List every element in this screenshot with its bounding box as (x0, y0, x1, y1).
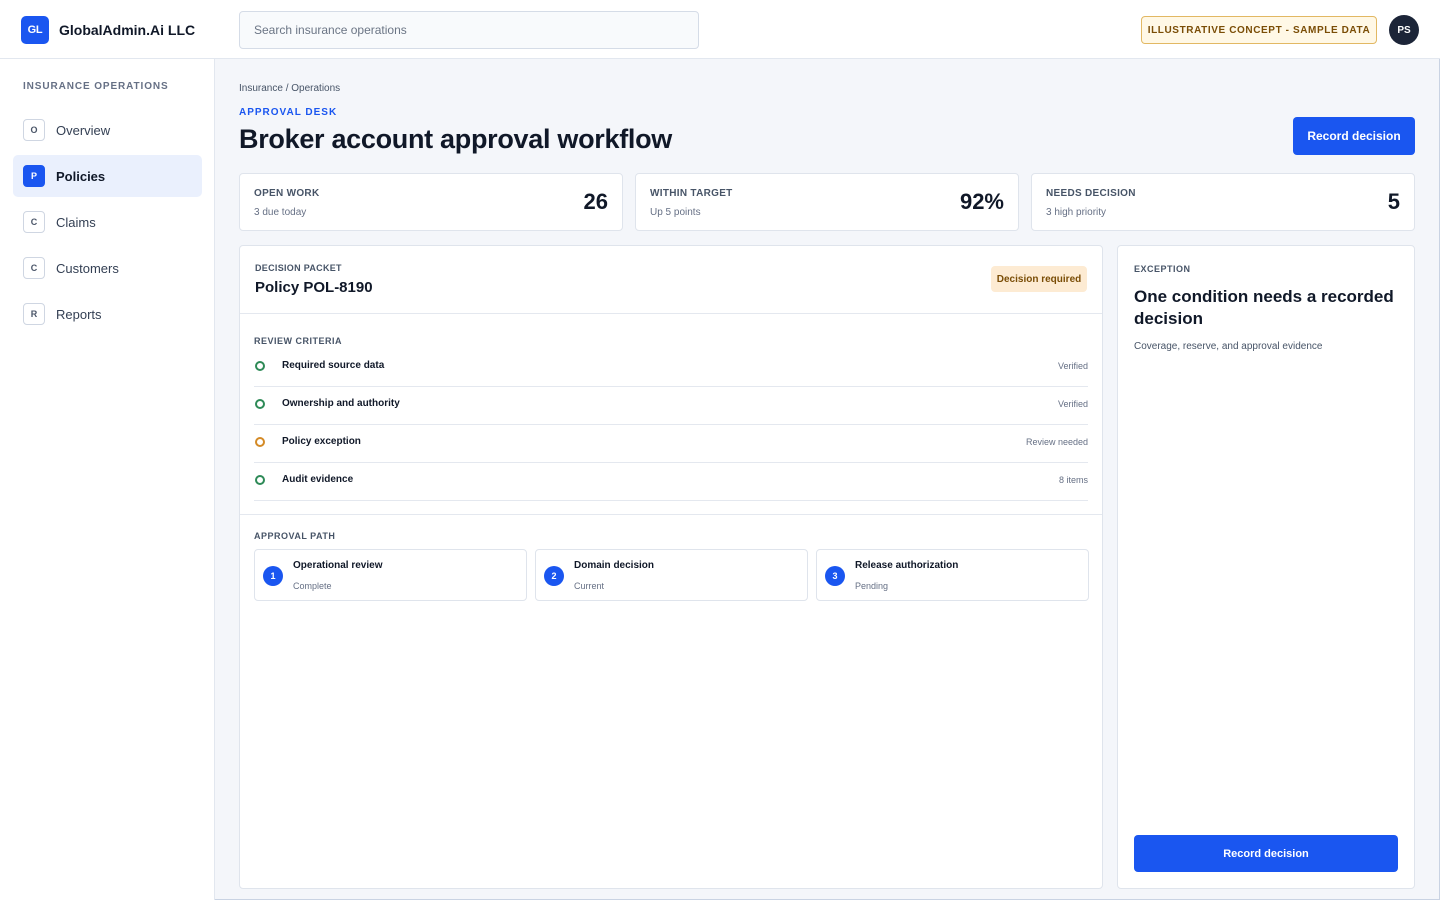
approval-path-heading: APPROVAL PATH (254, 531, 336, 541)
step-title: Release authorization (855, 560, 959, 571)
customers-icon: C (23, 257, 45, 279)
exception-eyebrow: EXCEPTION (1134, 264, 1191, 274)
sidebar: INSURANCE OPERATIONS O Overview P Polici… (0, 59, 215, 900)
exception-panel: EXCEPTION One condition needs a recorded… (1117, 245, 1415, 889)
stat-sub: 3 due today (254, 207, 307, 218)
page-title: Broker account approval workflow (239, 124, 672, 154)
criteria-status: Verified (1057, 361, 1088, 371)
stat-card-needs-decision: NEEDS DECISION 3 high priority 5 (1031, 173, 1415, 231)
approval-step-release-authorization[interactable]: 3 Release authorization Pending (816, 549, 1089, 601)
reports-icon: R (23, 303, 45, 325)
exception-description: Coverage, reserve, and approval evidence (1134, 341, 1323, 352)
criteria-name: Ownership and authority (282, 398, 400, 409)
sidebar-item-label: Claims (56, 214, 96, 230)
step-number: 1 (263, 566, 283, 586)
criteria-name: Audit evidence (282, 474, 354, 485)
review-criteria-heading: REVIEW CRITERIA (254, 336, 343, 346)
status-badge: Decision required (991, 266, 1087, 292)
status-ok-icon (255, 399, 265, 409)
decision-packet-panel: DECISION PACKET Policy POL-8190 Decision… (239, 245, 1103, 889)
criteria-status: Review needed (1025, 437, 1088, 447)
criteria-status: 8 items (1058, 475, 1088, 485)
approval-step-domain-decision[interactable]: 2 Domain decision Current (535, 549, 808, 601)
criteria-row-policy-exception[interactable]: Policy exception Review needed (254, 425, 1088, 463)
top-bar: GL GlobalAdmin.Ai LLC ILLUSTRATIVE CONCE… (0, 0, 1440, 59)
criteria-row-ownership[interactable]: Ownership and authority Verified (254, 387, 1088, 425)
avatar[interactable]: PS (1389, 15, 1419, 45)
stat-card-within-target: WITHIN TARGET Up 5 points 92% (635, 173, 1019, 231)
step-number: 3 (825, 566, 845, 586)
stat-label: OPEN WORK (254, 188, 320, 199)
criteria-row-audit-evidence[interactable]: Audit evidence 8 items (254, 463, 1088, 501)
sidebar-item-label: Policies (56, 168, 106, 184)
criteria-row-required-source-data[interactable]: Required source data Verified (254, 349, 1088, 387)
sidebar-item-reports[interactable]: R Reports (13, 293, 202, 335)
brand-logo: GL (21, 16, 49, 44)
brand[interactable]: GL GlobalAdmin.Ai LLC (21, 16, 195, 44)
step-status: Current (574, 581, 605, 591)
sidebar-item-overview[interactable]: O Overview (13, 109, 202, 151)
stat-value: 92% (959, 189, 1004, 214)
stat-label: NEEDS DECISION (1046, 188, 1136, 199)
stat-label: WITHIN TARGET (650, 188, 733, 199)
step-title: Operational review (293, 560, 383, 571)
brand-name: GlobalAdmin.Ai LLC (59, 22, 196, 38)
criteria-name: Policy exception (282, 436, 361, 447)
sidebar-item-policies[interactable]: P Policies (13, 155, 202, 197)
search-input[interactable] (239, 11, 699, 49)
step-status: Pending (855, 581, 889, 591)
sidebar-item-label: Customers (56, 260, 119, 276)
stat-value: 26 (583, 189, 608, 214)
overview-icon: O (23, 119, 45, 141)
sidebar-item-label: Reports (56, 306, 102, 322)
exception-title: One condition needs a recorded decision (1134, 287, 1394, 328)
section-divider (240, 514, 1102, 515)
status-ok-icon (255, 361, 265, 371)
packet-eyebrow: DECISION PACKET (255, 263, 342, 273)
status-ok-icon (255, 475, 265, 485)
sidebar-item-customers[interactable]: C Customers (13, 247, 202, 289)
breadcrumb[interactable]: Insurance / Operations (239, 83, 340, 94)
stat-card-open-work: OPEN WORK 3 due today 26 (239, 173, 623, 231)
stat-sub: 3 high priority (1046, 207, 1107, 218)
stat-value: 5 (1387, 189, 1400, 214)
criteria-status: Verified (1057, 399, 1088, 409)
sidebar-heading: INSURANCE OPERATIONS (23, 81, 169, 92)
approval-step-operational-review[interactable]: 1 Operational review Complete (254, 549, 527, 601)
status-warning-icon (255, 437, 265, 447)
record-decision-button[interactable]: Record decision (1134, 835, 1398, 872)
step-number: 2 (544, 566, 564, 586)
policies-icon: P (23, 165, 45, 187)
record-decision-button[interactable]: Record decision (1293, 117, 1415, 155)
packet-header: DECISION PACKET Policy POL-8190 Decision… (240, 246, 1102, 314)
stat-sub: Up 5 points (650, 207, 701, 218)
concept-badge: ILLUSTRATIVE CONCEPT - SAMPLE DATA (1141, 16, 1377, 44)
sidebar-item-claims[interactable]: C Claims (13, 201, 202, 243)
step-title: Domain decision (574, 560, 655, 571)
page-eyebrow: APPROVAL DESK (239, 107, 338, 118)
sidebar-item-label: Overview (56, 122, 111, 138)
step-status: Complete (293, 581, 332, 591)
criteria-name: Required source data (282, 360, 385, 371)
claims-icon: C (23, 211, 45, 233)
packet-title: Policy POL-8190 (255, 279, 373, 296)
